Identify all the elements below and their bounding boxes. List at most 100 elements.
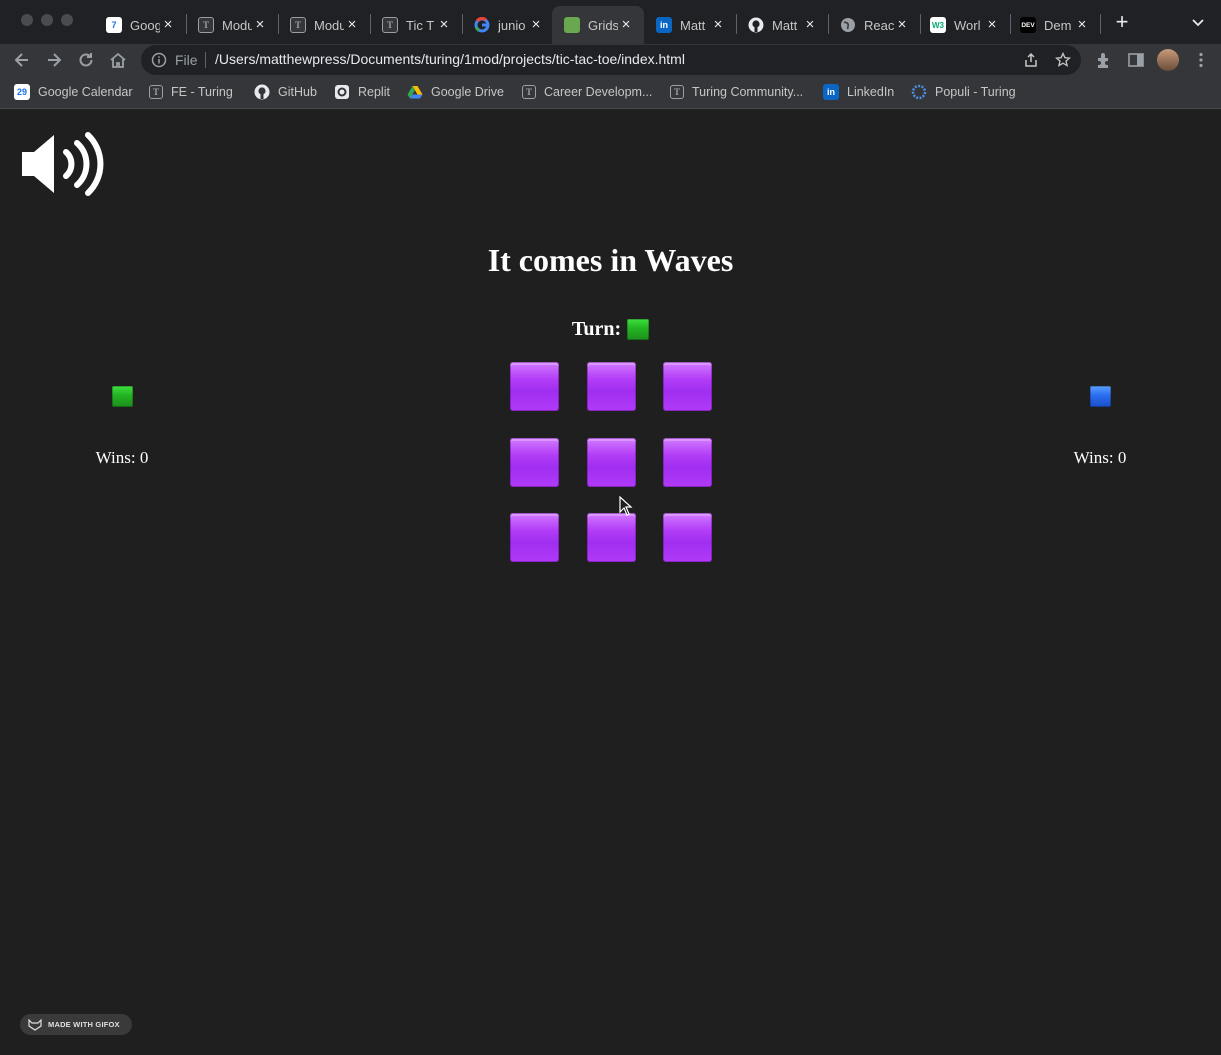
player-two-panel: Wins: 0: [1050, 386, 1150, 468]
turn-label: Turn:: [571, 318, 622, 340]
player-one-green-square-icon: [111, 386, 133, 407]
mouse-pointer-icon: [619, 496, 633, 516]
tab-close-icon[interactable]: ×: [528, 17, 544, 33]
turn-indicator: Turn:: [0, 318, 1221, 341]
tab-close-icon[interactable]: ×: [160, 17, 176, 33]
turing-icon: T: [670, 85, 684, 99]
tab-title: Dem: [1044, 17, 1072, 33]
board-cell-9[interactable]: [663, 513, 712, 562]
forward-arrow-icon[interactable]: [44, 50, 64, 70]
bookmark-label: Google Drive: [431, 85, 504, 99]
bookmark-label: GitHub: [278, 85, 317, 99]
bookmark-career-development[interactable]: T Career Developm...: [522, 83, 652, 101]
browser-tab[interactable]: T Modu ×: [186, 6, 278, 44]
bookmark-label: Populi - Turing: [935, 85, 1016, 99]
grid-garden-icon: [564, 17, 580, 33]
tab-close-icon[interactable]: ×: [344, 17, 360, 33]
home-icon[interactable]: [108, 50, 128, 70]
bookmark-linkedin[interactable]: in LinkedIn: [823, 83, 894, 101]
board-cell-8[interactable]: [587, 513, 636, 562]
extensions-puzzle-icon[interactable]: [1094, 50, 1114, 70]
window-minimize-dot[interactable]: [41, 14, 53, 26]
github-icon: [748, 17, 764, 33]
replit-icon: [334, 84, 350, 100]
google-icon: [474, 17, 490, 33]
tab-search-chevron-icon[interactable]: [1190, 14, 1206, 30]
board-cell-7[interactable]: [510, 513, 559, 562]
tab-title: Grids: [588, 17, 618, 33]
browser-tab[interactable]: 7 Goog ×: [94, 6, 186, 44]
bookmark-turing-community[interactable]: T Turing Community...: [670, 83, 803, 101]
board-cell-5[interactable]: [587, 438, 636, 487]
tab-close-icon[interactable]: ×: [802, 17, 818, 33]
dev-icon: DEV: [1020, 17, 1036, 33]
tab-title: Modu: [314, 17, 344, 33]
bookmark-fe-turing[interactable]: T FE - Turing: [149, 83, 233, 101]
browser-tab[interactable]: Reac ×: [828, 6, 920, 44]
bookmark-google-drive[interactable]: Google Drive: [407, 83, 504, 101]
address-bar[interactable]: File /Users/matthewpress/Documents/turin…: [141, 45, 1081, 75]
tab-close-icon[interactable]: ×: [894, 17, 910, 33]
bookmark-star-icon[interactable]: [1055, 52, 1071, 68]
browser-tab[interactable]: in Matt ×: [644, 6, 736, 44]
browser-tab[interactable]: Matt ×: [736, 6, 828, 44]
turing-icon: T: [290, 17, 306, 33]
turing-icon: T: [522, 85, 536, 99]
browser-tab[interactable]: T Tic T ×: [370, 6, 462, 44]
tab-close-icon[interactable]: ×: [252, 17, 268, 33]
back-arrow-icon[interactable]: [12, 50, 32, 70]
bookmark-label: Turing Community...: [692, 85, 804, 99]
board-cell-6[interactable]: [663, 438, 712, 487]
tab-title: Tic T: [406, 17, 435, 33]
gifox-watermark: MADE WITH GIFOX: [20, 1014, 132, 1035]
address-divider: [205, 52, 206, 68]
google-calendar-icon: 29: [14, 84, 30, 100]
side-panel-icon[interactable]: [1126, 50, 1146, 70]
tab-title: Matt: [680, 17, 706, 33]
bookmark-replit[interactable]: Replit: [334, 83, 390, 101]
bookmark-label: LinkedIn: [847, 85, 895, 99]
current-turn-green-square-icon: [627, 319, 650, 340]
tab-title: junio: [498, 17, 526, 33]
tab-close-icon[interactable]: ×: [710, 17, 726, 33]
bookmark-populi-turing[interactable]: Populi - Turing: [911, 83, 1016, 101]
tab-close-icon[interactable]: ×: [984, 17, 1000, 33]
url-scheme-label: File: [175, 52, 198, 68]
player-two-wins: Wins: 0: [1073, 448, 1127, 467]
browser-tab-active[interactable]: Grids ×: [552, 6, 644, 44]
browser-tab[interactable]: junio ×: [462, 6, 554, 44]
board-cell-2[interactable]: [587, 362, 636, 411]
browser-tab[interactable]: W3 Worl ×: [918, 6, 1010, 44]
bookmark-github[interactable]: GitHub: [254, 83, 317, 101]
board-cell-3[interactable]: [663, 362, 712, 411]
bookmarks-bar: 29 Google Calendar T FE - Turing GitHub …: [0, 76, 1221, 109]
new-tab-button[interactable]: +: [1112, 11, 1132, 33]
info-icon[interactable]: [151, 52, 167, 68]
browser-tab[interactable]: DEV Dem ×: [1008, 6, 1100, 44]
linkedin-icon: in: [823, 84, 839, 100]
reload-icon[interactable]: [76, 50, 96, 70]
google-drive-icon: [407, 84, 423, 100]
board-cell-1[interactable]: [510, 362, 559, 411]
tab-close-icon[interactable]: ×: [436, 17, 452, 33]
browser-tab[interactable]: T Modu ×: [278, 6, 370, 44]
bookmark-label: Career Developm...: [544, 85, 653, 99]
watermark-label: MADE WITH GIFOX: [48, 1020, 120, 1029]
window-close-dot[interactable]: [21, 14, 33, 26]
speaker-high-volume-icon[interactable]: [20, 132, 108, 196]
google-calendar-icon: 7: [106, 17, 122, 33]
tab-title: Reac: [864, 17, 894, 33]
player-one-wins: Wins: 0: [95, 448, 149, 467]
url-text[interactable]: /Users/matthewpress/Documents/turing/1mo…: [215, 51, 685, 67]
window-zoom-dot[interactable]: [61, 14, 73, 26]
turing-icon: T: [382, 17, 398, 33]
game-board: [509, 362, 713, 562]
bookmark-google-calendar[interactable]: 29 Google Calendar: [14, 83, 133, 101]
game-title: It comes in Waves: [487, 242, 734, 278]
tab-close-icon[interactable]: ×: [618, 17, 634, 33]
tab-close-icon[interactable]: ×: [1074, 17, 1090, 33]
profile-avatar[interactable]: [1157, 49, 1179, 71]
share-icon[interactable]: [1023, 52, 1039, 68]
more-menu-icon[interactable]: [1191, 50, 1211, 70]
board-cell-4[interactable]: [510, 438, 559, 487]
